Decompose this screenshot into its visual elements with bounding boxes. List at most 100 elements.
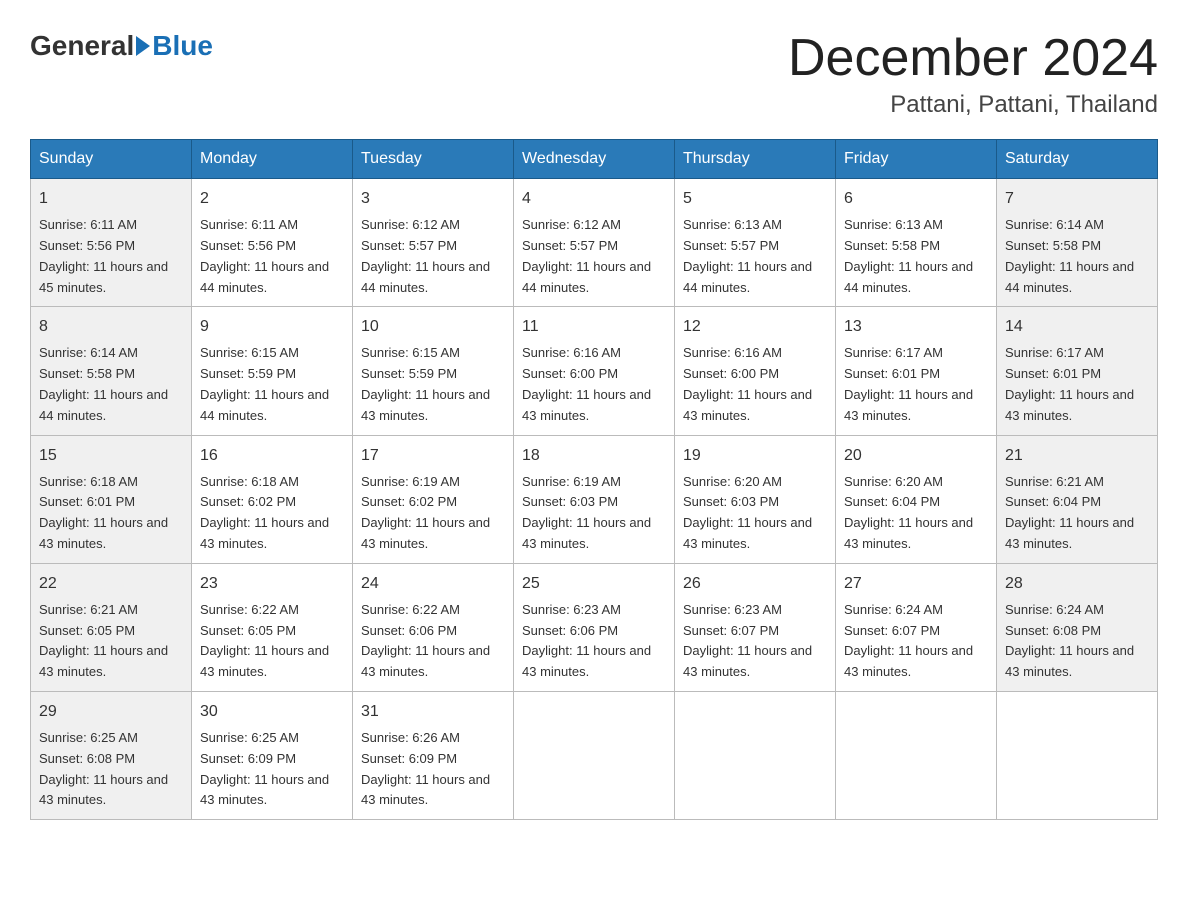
calendar-cell: 24Sunrise: 6:22 AMSunset: 6:06 PMDayligh… [353,563,514,691]
calendar-cell: 23 Sunrise: 6:22 AMSunset: 6:05 PMDayligh… [192,563,353,691]
day-number: 14 [1005,315,1149,339]
day-number: 22 [39,572,183,596]
calendar-cell: 25 Sunrise: 6:23 AMSunset: 6:06 PMDayligh… [514,563,675,691]
day-number: 10 [361,315,505,339]
calendar-cell: 2 Sunrise: 6:11 AMSunset: 5:56 PMDaylight… [192,179,353,307]
day-number: 20 [844,444,988,468]
day-number: 17 [361,444,505,468]
weekday-header-saturday: Saturday [997,140,1158,179]
day-number: 21 [1005,444,1149,468]
calendar-cell: 20 Sunrise: 6:20 AMSunset: 6:04 PMDayligh… [836,435,997,563]
day-number: 8 [39,315,183,339]
day-info: Sunrise: 6:23 AMSunset: 6:06 PMDaylight:… [522,600,666,683]
day-info: Sunrise: 6:21 AMSunset: 6:05 PMDaylight:… [39,600,183,683]
day-info: Sunrise: 6:25 AMSunset: 6:08 PMDaylight:… [39,728,183,811]
day-info: Sunrise: 6:22 AMSunset: 6:05 PMDaylight:… [200,600,344,683]
calendar-cell: 5 Sunrise: 6:13 AMSunset: 5:57 PMDaylight… [675,179,836,307]
day-info: Sunrise: 6:16 AMSunset: 6:00 PMDaylight:… [683,343,827,426]
logo: General Blue [30,30,213,62]
logo-blue-text: Blue [152,30,213,62]
calendar-cell: 26 Sunrise: 6:23 AMSunset: 6:07 PMDayligh… [675,563,836,691]
calendar-cell [836,691,997,819]
day-info: Sunrise: 6:12 AMSunset: 5:57 PMDaylight:… [361,215,505,298]
day-info: Sunrise: 6:14 AMSunset: 5:58 PMDaylight:… [1005,215,1149,298]
day-info: Sunrise: 6:20 AMSunset: 6:03 PMDaylight:… [683,472,827,555]
day-info: Sunrise: 6:17 AMSunset: 6:01 PMDaylight:… [844,343,988,426]
calendar-cell [675,691,836,819]
page-header: General Blue December 2024 Pattani, Patt… [30,30,1158,119]
day-info: Sunrise: 6:18 AMSunset: 6:02 PMDaylight:… [200,472,344,555]
day-number: 5 [683,187,827,211]
day-info: Sunrise: 6:13 AMSunset: 5:57 PMDaylight:… [683,215,827,298]
calendar-cell: 17Sunrise: 6:19 AMSunset: 6:02 PMDayligh… [353,435,514,563]
calendar-cell: 29 Sunrise: 6:25 AMSunset: 6:08 PMDayligh… [31,691,192,819]
calendar-cell: 28 Sunrise: 6:24 AMSunset: 6:08 PMDayligh… [997,563,1158,691]
weekday-header-thursday: Thursday [675,140,836,179]
day-info: Sunrise: 6:18 AMSunset: 6:01 PMDaylight:… [39,472,183,555]
calendar-cell: 14 Sunrise: 6:17 AMSunset: 6:01 PMDayligh… [997,307,1158,435]
calendar-cell: 18Sunrise: 6:19 AMSunset: 6:03 PMDayligh… [514,435,675,563]
day-info: Sunrise: 6:26 AMSunset: 6:09 PMDaylight:… [361,728,505,811]
logo-arrow-icon [136,36,150,56]
calendar-cell: 1 Sunrise: 6:11 AMSunset: 5:56 PMDaylight… [31,179,192,307]
day-number: 25 [522,572,666,596]
day-info: Sunrise: 6:15 AMSunset: 5:59 PMDaylight:… [361,343,505,426]
calendar-header-row: SundayMondayTuesdayWednesdayThursdayFrid… [31,140,1158,179]
calendar-cell: 30 Sunrise: 6:25 AMSunset: 6:09 PMDayligh… [192,691,353,819]
calendar-cell: 15 Sunrise: 6:18 AMSunset: 6:01 PMDayligh… [31,435,192,563]
calendar-cell [514,691,675,819]
calendar-cell: 12 Sunrise: 6:16 AMSunset: 6:00 PMDayligh… [675,307,836,435]
day-number: 4 [522,187,666,211]
day-number: 31 [361,700,505,724]
day-info: Sunrise: 6:11 AMSunset: 5:56 PMDaylight:… [39,215,183,298]
calendar-cell: 8Sunrise: 6:14 AMSunset: 5:58 PMDaylight… [31,307,192,435]
calendar-cell [997,691,1158,819]
day-info: Sunrise: 6:20 AMSunset: 6:04 PMDaylight:… [844,472,988,555]
calendar-cell: 7 Sunrise: 6:14 AMSunset: 5:58 PMDaylight… [997,179,1158,307]
day-number: 6 [844,187,988,211]
day-number: 3 [361,187,505,211]
day-number: 11 [522,315,666,339]
day-info: Sunrise: 6:25 AMSunset: 6:09 PMDaylight:… [200,728,344,811]
day-number: 28 [1005,572,1149,596]
calendar-cell: 6 Sunrise: 6:13 AMSunset: 5:58 PMDaylight… [836,179,997,307]
calendar-cell: 11Sunrise: 6:16 AMSunset: 6:00 PMDayligh… [514,307,675,435]
calendar-week-row: 15 Sunrise: 6:18 AMSunset: 6:01 PMDayligh… [31,435,1158,563]
location-title: Pattani, Pattani, Thailand [788,91,1158,119]
month-title: December 2024 [788,30,1158,87]
day-number: 1 [39,187,183,211]
day-info: Sunrise: 6:24 AMSunset: 6:07 PMDaylight:… [844,600,988,683]
day-info: Sunrise: 6:13 AMSunset: 5:58 PMDaylight:… [844,215,988,298]
day-info: Sunrise: 6:24 AMSunset: 6:08 PMDaylight:… [1005,600,1149,683]
calendar-cell: 13Sunrise: 6:17 AMSunset: 6:01 PMDayligh… [836,307,997,435]
calendar-cell: 4Sunrise: 6:12 AMSunset: 5:57 PMDaylight… [514,179,675,307]
calendar-cell: 9 Sunrise: 6:15 AMSunset: 5:59 PMDaylight… [192,307,353,435]
day-info: Sunrise: 6:23 AMSunset: 6:07 PMDaylight:… [683,600,827,683]
day-number: 24 [361,572,505,596]
day-number: 2 [200,187,344,211]
weekday-header-tuesday: Tuesday [353,140,514,179]
day-number: 12 [683,315,827,339]
day-info: Sunrise: 6:19 AMSunset: 6:03 PMDaylight:… [522,472,666,555]
day-number: 30 [200,700,344,724]
day-number: 9 [200,315,344,339]
calendar-cell: 19Sunrise: 6:20 AMSunset: 6:03 PMDayligh… [675,435,836,563]
day-number: 15 [39,444,183,468]
calendar-week-row: 8Sunrise: 6:14 AMSunset: 5:58 PMDaylight… [31,307,1158,435]
day-number: 26 [683,572,827,596]
day-number: 7 [1005,187,1149,211]
day-info: Sunrise: 6:17 AMSunset: 6:01 PMDaylight:… [1005,343,1149,426]
calendar-cell: 22 Sunrise: 6:21 AMSunset: 6:05 PMDayligh… [31,563,192,691]
day-number: 23 [200,572,344,596]
title-section: December 2024 Pattani, Pattani, Thailand [788,30,1158,119]
weekday-header-monday: Monday [192,140,353,179]
day-number: 29 [39,700,183,724]
calendar-week-row: 1 Sunrise: 6:11 AMSunset: 5:56 PMDaylight… [31,179,1158,307]
calendar-cell: 16 Sunrise: 6:18 AMSunset: 6:02 PMDayligh… [192,435,353,563]
day-info: Sunrise: 6:11 AMSunset: 5:56 PMDaylight:… [200,215,344,298]
day-number: 16 [200,444,344,468]
calendar-cell: 10 Sunrise: 6:15 AMSunset: 5:59 PMDayligh… [353,307,514,435]
calendar-cell: 27Sunrise: 6:24 AMSunset: 6:07 PMDayligh… [836,563,997,691]
calendar-cell: 21Sunrise: 6:21 AMSunset: 6:04 PMDayligh… [997,435,1158,563]
day-info: Sunrise: 6:15 AMSunset: 5:59 PMDaylight:… [200,343,344,426]
